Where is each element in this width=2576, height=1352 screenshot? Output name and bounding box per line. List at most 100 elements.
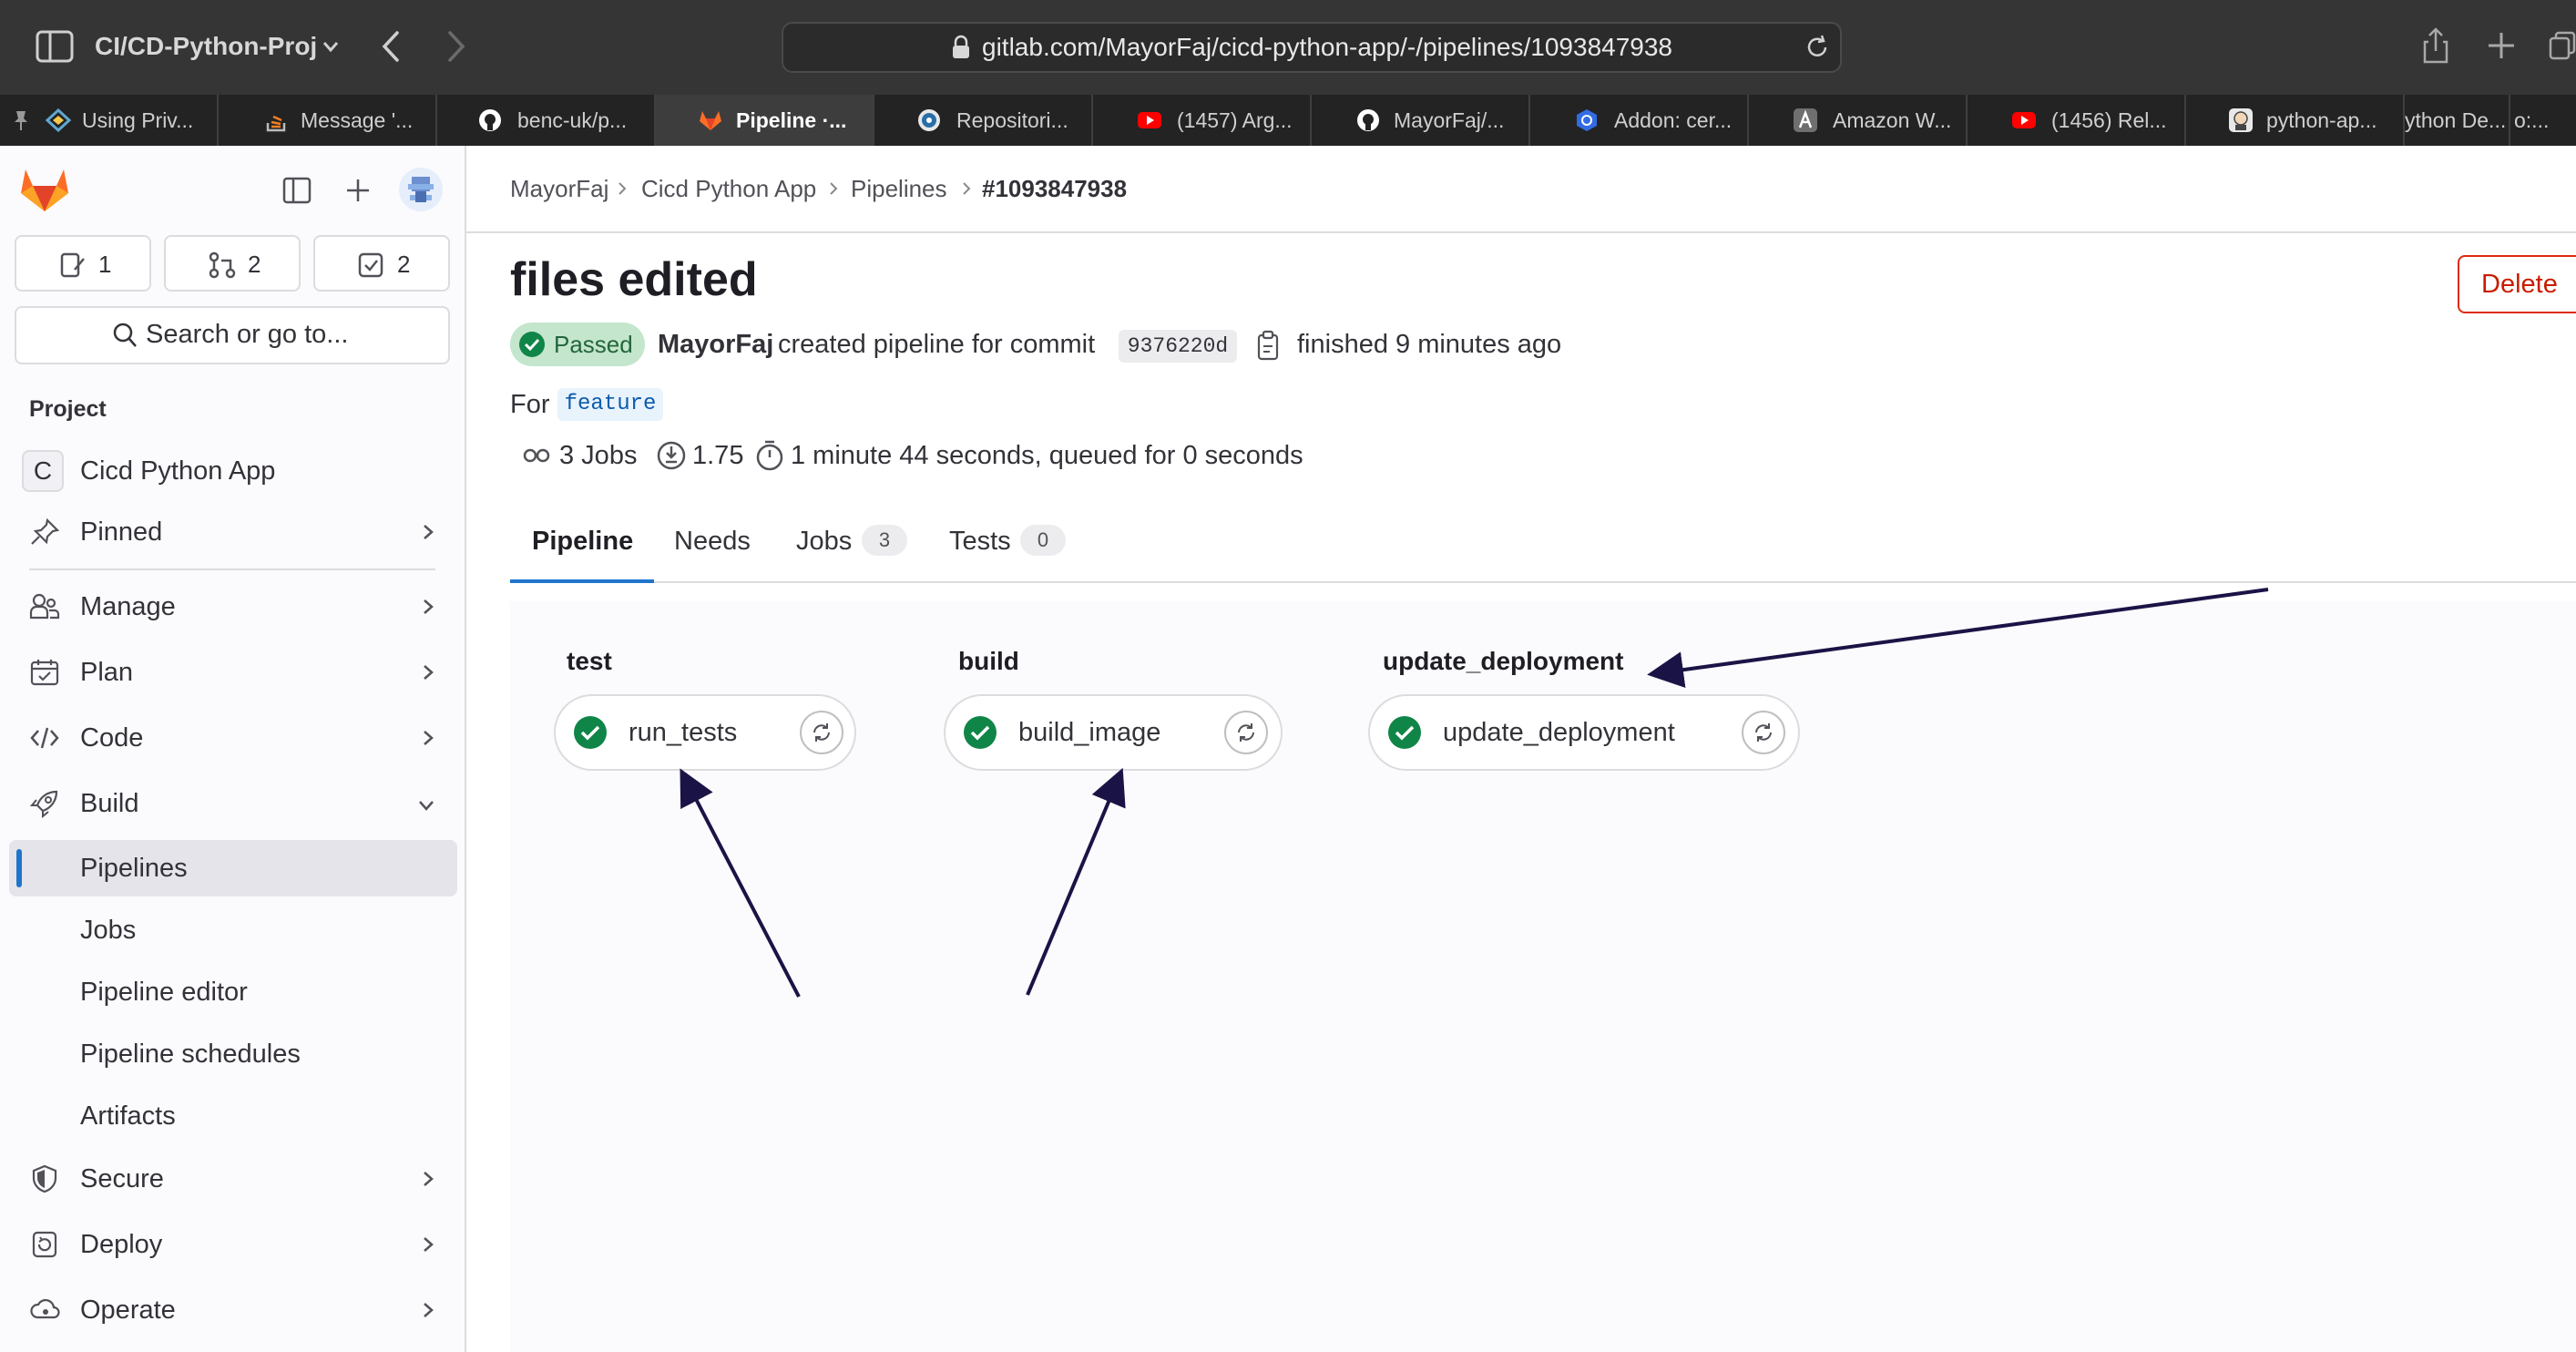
pipeline-jobs-icon xyxy=(523,448,550,463)
sidebar-item-label: Artifacts xyxy=(80,1101,176,1131)
browser-tab[interactable]: Message '... xyxy=(219,95,437,146)
forward-arrow-icon[interactable] xyxy=(441,27,470,66)
sidebar-item-pinned[interactable]: Pinned xyxy=(0,505,465,559)
back-arrow-icon[interactable] xyxy=(377,27,406,66)
calendar-icon xyxy=(30,660,59,686)
stage-title: test xyxy=(567,647,612,675)
sidebar-toggle-icon[interactable] xyxy=(35,27,75,66)
browser-tab[interactable]: (1456) Rel... xyxy=(1968,95,2186,146)
sidebar-item-pipelines[interactable]: Pipelines xyxy=(9,840,457,896)
browser-tab-active[interactable]: Pipeline ·... xyxy=(656,95,874,146)
retry-button[interactable] xyxy=(800,711,843,754)
project-name-link[interactable]: Cicd Python App xyxy=(80,454,275,488)
todos-counter-button[interactable]: 2 xyxy=(313,235,450,292)
lock-icon xyxy=(953,35,969,58)
browser-tab[interactable]: python-ap... xyxy=(2186,95,2405,146)
status-success-icon xyxy=(1388,716,1421,749)
tab-pipeline[interactable]: Pipeline xyxy=(532,523,633,559)
active-tab-indicator xyxy=(510,579,654,583)
avatar[interactable] xyxy=(399,168,443,211)
breadcrumb-item[interactable]: Cicd Python App xyxy=(641,173,816,204)
browser-tab[interactable]: Repositori... xyxy=(874,95,1093,146)
sidebar-item-pipeline-editor[interactable]: Pipeline editor xyxy=(9,964,457,1020)
retry-button[interactable] xyxy=(1224,711,1268,754)
url-text[interactable]: gitlab.com/MayorFaj/cicd-python-app/-/pi… xyxy=(982,31,1672,64)
check-circle-icon xyxy=(519,332,545,357)
merge-requests-counter-button[interactable]: 2 xyxy=(164,235,301,292)
sidebar-item-secure[interactable]: Secure xyxy=(0,1152,465,1206)
browser-tab[interactable]: o:... xyxy=(2510,95,2576,146)
chevron-right-icon xyxy=(424,1303,434,1317)
browser-tab[interactable]: ython De... xyxy=(2401,95,2510,146)
breadcrumb-item[interactable]: Pipelines xyxy=(851,173,947,204)
code-icon xyxy=(30,727,59,749)
chevron-right-icon xyxy=(830,182,838,195)
tab-label: o:... xyxy=(2514,108,2550,132)
author-link[interactable]: MayorFaj xyxy=(658,326,773,363)
stage-title: update_deployment xyxy=(1383,647,1624,675)
github-favicon-icon xyxy=(1357,109,1379,131)
plus-icon[interactable] xyxy=(342,175,373,206)
browser-tab[interactable]: Using Priv... xyxy=(0,95,219,146)
sidebar-item-label: Build xyxy=(80,789,139,818)
copy-icon[interactable] xyxy=(1255,330,1281,363)
breadcrumb-current[interactable]: #1093847938 xyxy=(982,173,1127,204)
duration-text: 1 minute 44 seconds, queued for 0 second… xyxy=(791,441,1303,470)
tab-tests[interactable]: Tests xyxy=(949,523,1011,559)
sidebar-item-operate[interactable]: Operate xyxy=(0,1283,465,1337)
stackoverflow-favicon-icon xyxy=(266,115,286,132)
chevron-down-icon[interactable] xyxy=(321,35,341,58)
commit-sha-link[interactable]: 9376220d xyxy=(1119,330,1237,363)
rocket-icon xyxy=(29,790,58,818)
tab-group-selector[interactable]: CI/CD-Python-Proj xyxy=(95,29,317,64)
job-name[interactable]: build_image xyxy=(1018,714,1160,751)
sidebar-item-build[interactable]: Build xyxy=(0,776,465,831)
sidebar-item-pipeline-schedules[interactable]: Pipeline schedules xyxy=(9,1026,457,1082)
browser-tab[interactable]: (1457) Arg... xyxy=(1093,95,1312,146)
job-name[interactable]: run_tests xyxy=(629,714,737,751)
sidebar-item-plan[interactable]: Plan xyxy=(0,645,465,700)
sidebar-item-label: Pipeline editor xyxy=(80,978,248,1007)
project-avatar[interactable]: C xyxy=(22,450,64,492)
gitlab-favicon-icon xyxy=(700,111,721,130)
browser-tab[interactable]: Amazon W... xyxy=(1749,95,1968,146)
browser-tab[interactable]: Addon: cer... xyxy=(1530,95,1749,146)
browser-tab[interactable]: MayorFaj/... xyxy=(1312,95,1530,146)
tab-needs[interactable]: Needs xyxy=(674,523,751,559)
reload-icon[interactable] xyxy=(1804,33,1831,62)
gitlab-logo-icon[interactable] xyxy=(18,164,71,213)
github-favicon-icon xyxy=(479,109,501,131)
delete-button[interactable]: Delete xyxy=(2458,255,2576,313)
branch-ref-link[interactable]: feature xyxy=(557,388,663,421)
sidebar-item-deploy[interactable]: Deploy xyxy=(0,1217,465,1272)
collapse-sidebar-icon[interactable] xyxy=(282,177,312,204)
breadcrumb-item[interactable]: MayorFaj xyxy=(510,173,608,204)
job-card[interactable]: build_image xyxy=(944,694,1283,771)
sidebar-divider xyxy=(29,568,435,570)
tab-overview-icon[interactable] xyxy=(2549,29,2576,64)
tab-label: Pipeline ·... xyxy=(736,108,847,132)
tab-label: Amazon W... xyxy=(1833,108,1952,132)
job-name[interactable]: update_deployment xyxy=(1443,714,1675,751)
sidebar-item-code[interactable]: Code xyxy=(0,711,465,765)
tab-jobs[interactable]: Jobs xyxy=(796,523,852,559)
new-tab-icon[interactable] xyxy=(2485,29,2518,62)
for-label: For xyxy=(510,390,550,419)
job-card[interactable]: update_deployment xyxy=(1368,694,1800,771)
sidebar-item-artifacts[interactable]: Artifacts xyxy=(9,1088,457,1144)
created-text: created pipeline for commit xyxy=(778,330,1096,359)
share-icon[interactable] xyxy=(2419,26,2452,66)
search-placeholder[interactable]: Search or go to... xyxy=(146,317,348,352)
retry-button[interactable] xyxy=(1742,711,1785,754)
job-card[interactable]: run_tests xyxy=(554,694,856,771)
issues-counter-button[interactable]: 1 xyxy=(15,235,151,292)
browser-tab[interactable]: benc-uk/p... xyxy=(437,95,656,146)
sidebar-item-label: Pipeline schedules xyxy=(80,1040,301,1069)
chevron-right-icon xyxy=(424,525,434,539)
sidebar-item-manage[interactable]: Manage xyxy=(0,579,465,634)
tab-label: ython De... xyxy=(2405,108,2507,132)
status-badge-label: Passed xyxy=(554,331,633,358)
deploy-icon xyxy=(32,1231,57,1258)
youtube-favicon-icon xyxy=(2012,112,2036,128)
sidebar-item-jobs[interactable]: Jobs xyxy=(9,902,457,958)
